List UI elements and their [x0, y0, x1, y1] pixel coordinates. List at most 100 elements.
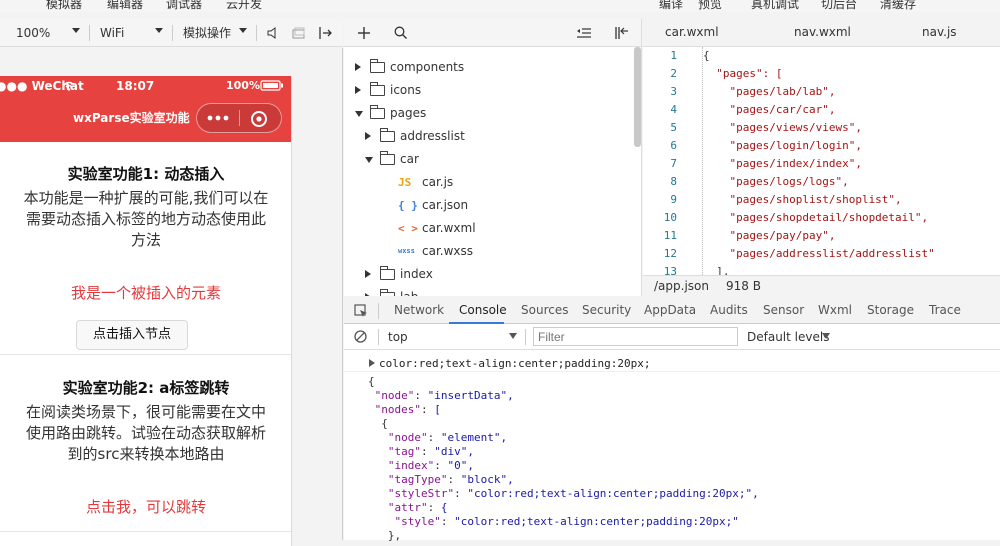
- menu-background[interactable]: 切后台: [821, 0, 857, 12]
- code-line[interactable]: "pages/login/login",: [703, 139, 861, 152]
- code-line[interactable]: "pages/car/car",: [703, 103, 835, 116]
- tab-security[interactable]: Security: [582, 303, 631, 317]
- wifi-icon: [63, 81, 75, 91]
- more-icon[interactable]: [207, 115, 229, 121]
- jump-link[interactable]: 点击我，可以跳转: [0, 496, 291, 517]
- code-line[interactable]: "pages/shopdetail/shopdetail",: [703, 211, 928, 224]
- menu-editor[interactable]: 编辑器: [107, 0, 143, 12]
- file-tree-label: index: [400, 267, 433, 281]
- zoom-select[interactable]: 100%: [16, 23, 50, 43]
- console-filter-bar: top Default levels: [344, 324, 1000, 350]
- console-filter-input[interactable]: [533, 327, 738, 346]
- tab-car-wxml[interactable]: car.wxml: [665, 25, 719, 39]
- chevron-right-icon: [365, 132, 371, 140]
- code-line[interactable]: "pages/pay/pay",: [703, 229, 835, 242]
- chevron-right-icon: [365, 293, 371, 296]
- inspect-icon[interactable]: [354, 304, 368, 318]
- section2-desc-line: 在阅读类场景下，很可能需要在文中: [25, 403, 266, 421]
- battery-icon: [260, 80, 283, 91]
- file-tree-label: icons: [390, 83, 422, 97]
- menu-simulator[interactable]: 模拟器: [46, 0, 82, 12]
- close-mini-program-icon[interactable]: [250, 110, 268, 128]
- devtools-tab-bar: Network Console Sources Security AppData Audi…: [344, 297, 1000, 324]
- screen-icon[interactable]: [292, 27, 306, 39]
- folder-icon: [380, 128, 395, 142]
- js-file-icon: JS: [398, 176, 412, 189]
- console-object-line: {: [368, 417, 388, 430]
- code-line[interactable]: "pages/lab/lab",: [703, 85, 835, 98]
- code-line[interactable]: "pages/views/views",: [703, 121, 861, 134]
- line-number: 5: [670, 121, 677, 134]
- simulator-area: ●●● WeChat 18:07 100% wxParse实验室功能 实验室功能…: [0, 48, 343, 546]
- code-line[interactable]: "pages": [: [703, 67, 782, 80]
- menu-clear-cache[interactable]: 清缓存: [880, 0, 916, 12]
- detach-icon[interactable]: [318, 25, 334, 41]
- file-tree-label: lab: [400, 286, 418, 296]
- line-number: 4: [670, 103, 677, 116]
- console-object-line: "styleStr": "color:red;text-align:center…: [387, 487, 759, 500]
- log-levels-select[interactable]: Default levels: [747, 330, 829, 344]
- console-object-line: "node": "element",: [387, 431, 508, 444]
- section1-desc-line: 需要动态插入标签的地方动态使用此: [25, 210, 266, 228]
- code-line[interactable]: "pages/addresslist/addresslist": [703, 247, 934, 260]
- operation-select[interactable]: 模拟操作: [183, 23, 231, 43]
- console-object-line: "index": "0",: [387, 459, 474, 472]
- section1-title: 实验室功能1: 动态插入: [67, 165, 225, 183]
- tab-nav-wxml[interactable]: nav.wxml: [794, 25, 851, 39]
- menu-debugger[interactable]: 调试器: [166, 0, 202, 12]
- tab-sensor[interactable]: Sensor: [763, 303, 804, 317]
- file-size: 918 B: [726, 279, 761, 293]
- context-select[interactable]: top: [388, 330, 408, 344]
- clear-console-icon[interactable]: [354, 330, 367, 343]
- tab-nav-js[interactable]: nav.js: [922, 25, 957, 39]
- line-number: 6: [670, 139, 677, 152]
- code-line[interactable]: "pages/logs/logs",: [703, 175, 848, 188]
- line-number: 11: [663, 229, 677, 242]
- divider: [256, 25, 257, 41]
- file-tree-label: car.json: [422, 198, 469, 212]
- tab-trace[interactable]: Trace: [929, 303, 961, 317]
- code-line[interactable]: "pages/index/index",: [703, 157, 861, 170]
- folder-open-icon: [370, 105, 385, 119]
- tab-audits[interactable]: Audits: [710, 303, 748, 317]
- menu-preview[interactable]: 预览: [698, 0, 722, 12]
- network-select[interactable]: WiFi: [100, 23, 124, 43]
- add-icon[interactable]: [358, 27, 370, 39]
- tab-storage[interactable]: Storage: [867, 303, 914, 317]
- capsule-menu: [196, 103, 282, 133]
- tab-network[interactable]: Network: [394, 303, 444, 317]
- section2-desc-line: 到的src来转换本地路由: [67, 445, 225, 463]
- volume-icon[interactable]: [267, 27, 277, 39]
- menu-real-debug[interactable]: 真机调试: [751, 0, 799, 12]
- line-number: 8: [670, 175, 677, 188]
- wxss-file-icon: wxss: [398, 247, 415, 255]
- tab-sources[interactable]: Sources: [521, 303, 568, 317]
- split-editor-icon[interactable]: [614, 25, 630, 41]
- file-tree-scrollbar[interactable]: [634, 47, 641, 147]
- line-number: 7: [670, 157, 677, 170]
- tab-console[interactable]: Console: [459, 303, 507, 317]
- folder-icon: [380, 266, 395, 280]
- battery-label: 100%: [226, 79, 260, 92]
- console-object-line: "style": "color:red;text-align:center;pa…: [394, 515, 739, 528]
- chevron-down-icon: [155, 28, 163, 33]
- line-number: 1: [670, 49, 677, 62]
- file-tree-toolbar: [344, 19, 641, 47]
- divider: [525, 329, 526, 345]
- phone-screen: ●●● WeChat 18:07 100% wxParse实验室功能 实验室功能…: [0, 76, 292, 546]
- divider: [378, 303, 379, 319]
- code-line[interactable]: {: [703, 49, 710, 62]
- collapse-all-icon[interactable]: [577, 27, 591, 39]
- expand-arrow-icon[interactable]: [369, 359, 375, 367]
- code-line[interactable]: "pages/shoplist/shoplist",: [703, 193, 901, 206]
- menu-compile[interactable]: 编译: [659, 0, 683, 12]
- file-tree-label: components: [390, 60, 465, 74]
- search-icon[interactable]: [394, 26, 407, 39]
- insert-node-button[interactable]: 点击插入节点: [76, 320, 188, 350]
- divider: [172, 25, 173, 41]
- folder-icon: [370, 82, 385, 96]
- menu-cloud[interactable]: 云开发: [226, 0, 262, 12]
- tab-wxml[interactable]: Wxml: [818, 303, 852, 317]
- tab-appdata[interactable]: AppData: [644, 303, 696, 317]
- file-tree-label: car: [400, 152, 419, 166]
